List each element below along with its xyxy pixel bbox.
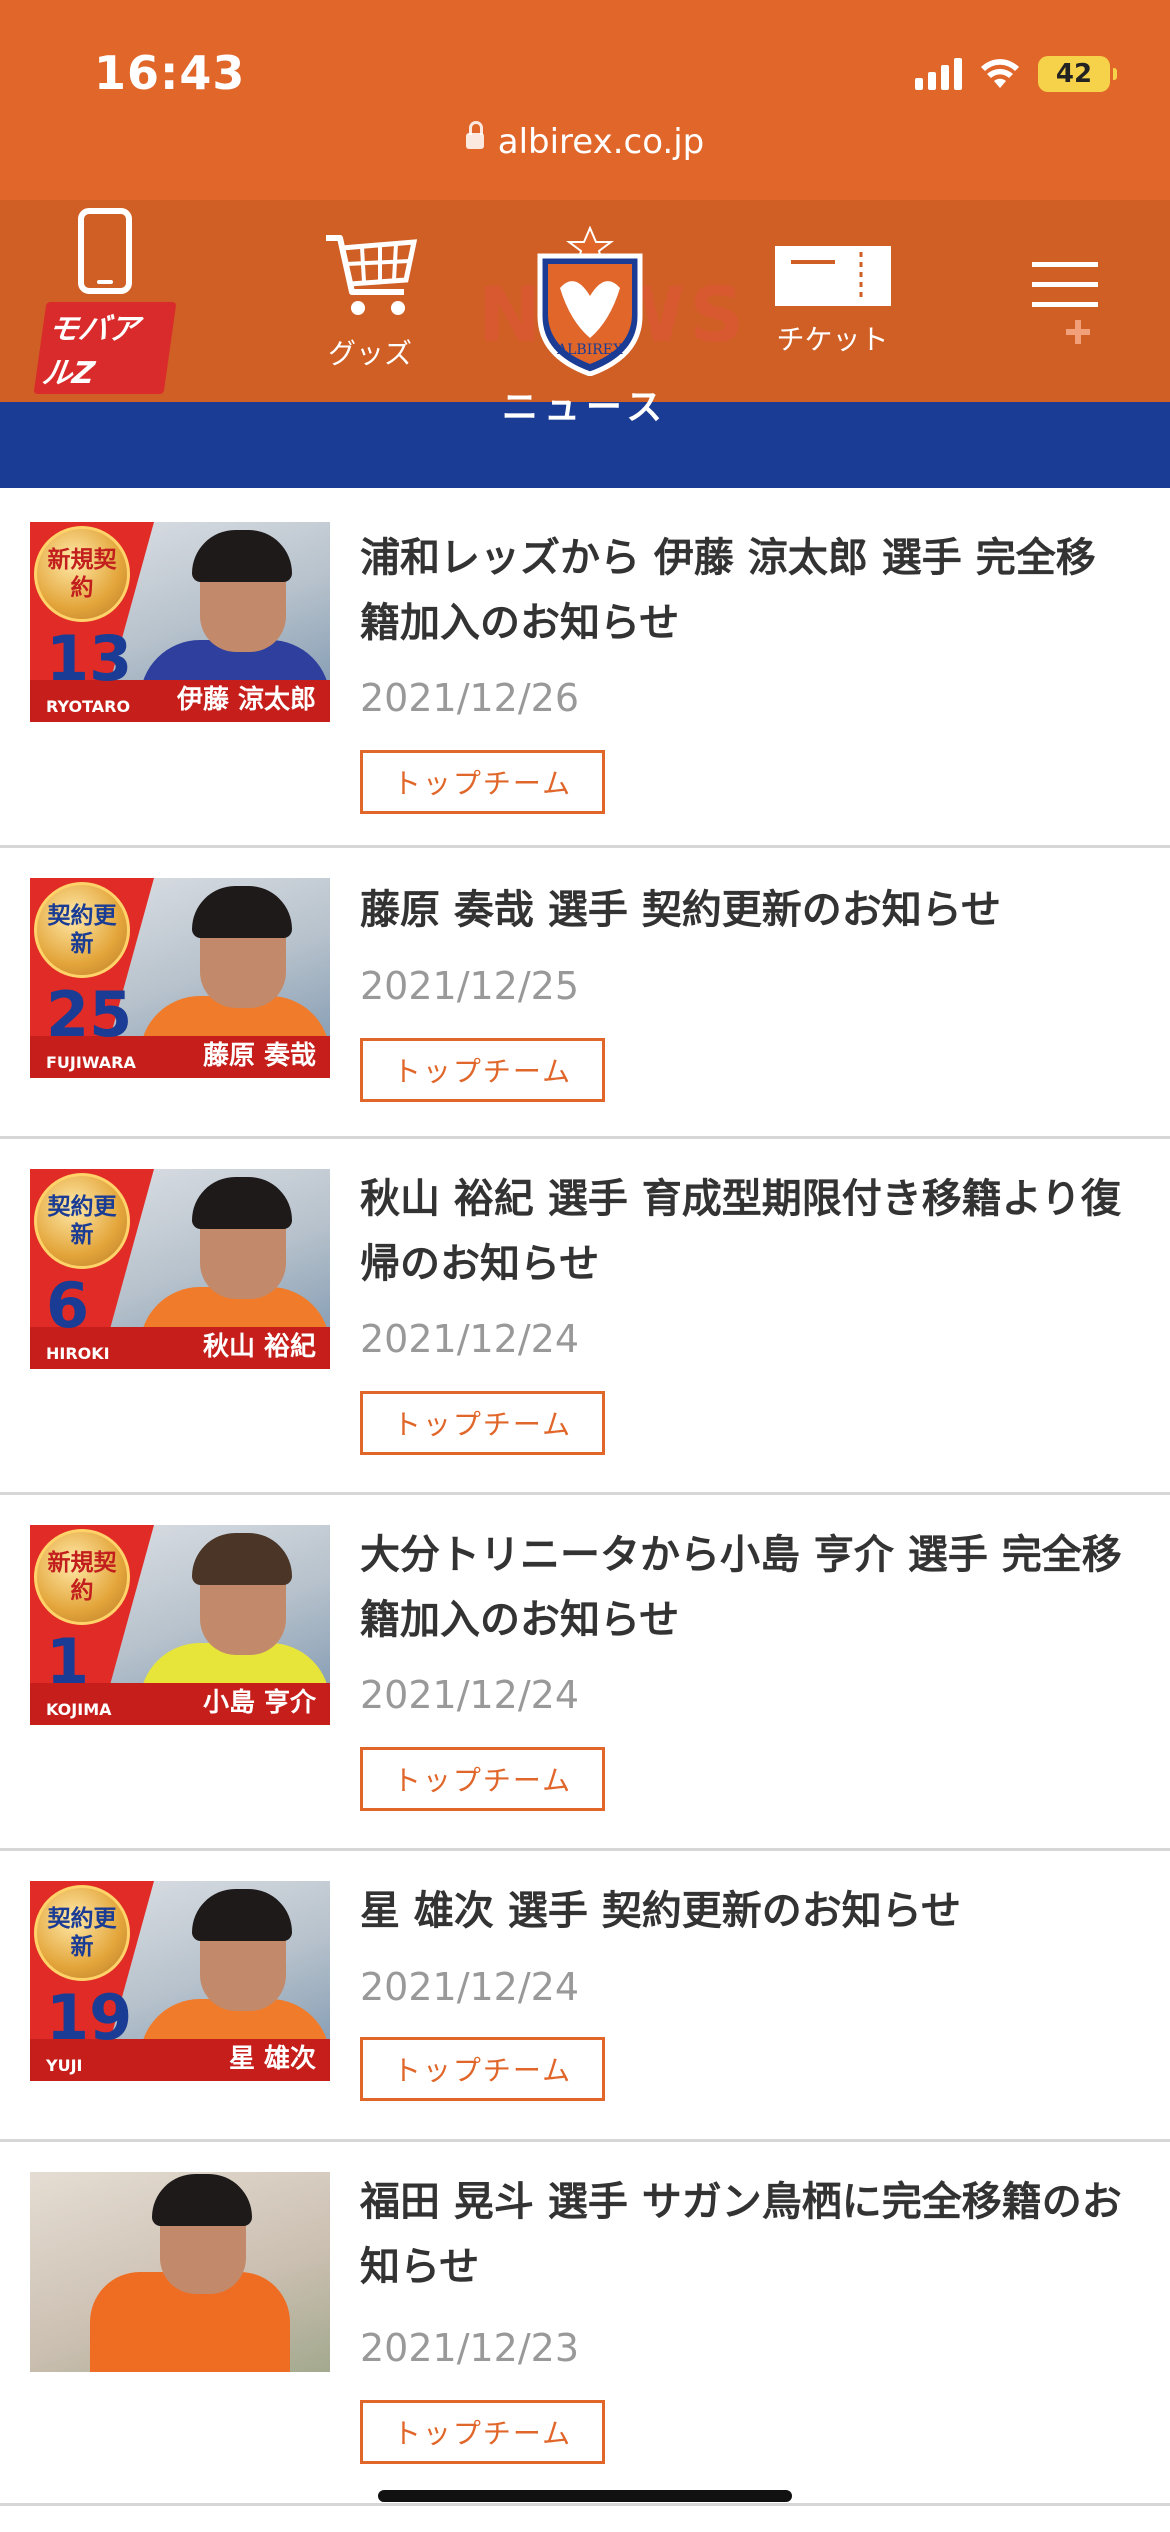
url-text: albirex.co.jp bbox=[497, 122, 705, 162]
news-thumbnail[interactable]: 新規契約 1 KOJIMA 小島 亨介 bbox=[30, 1525, 330, 1725]
menu-button[interactable] bbox=[1030, 200, 1100, 402]
player-roman-name: RYOTARO bbox=[46, 697, 131, 716]
wifi-icon bbox=[981, 59, 1019, 88]
player-name: 星 雄次 bbox=[228, 2044, 316, 2074]
contract-badge: 契約更新 bbox=[34, 1885, 130, 1981]
news-item[interactable]: 新規契約 13 RYOTARO 伊藤 涼太郎 浦和レッズから 伊藤 涼太郎 選手… bbox=[0, 490, 1170, 848]
news-item[interactable]: 契約更新 19 YUJI 星 雄次 星 雄次 選手 契約更新のお知らせ 2021… bbox=[0, 1851, 1170, 2142]
news-item[interactable]: 契約更新 6 HIROKI 秋山 裕紀 秋山 裕紀 選手 育成型期限付き移籍より… bbox=[0, 1139, 1170, 1495]
cart-icon bbox=[326, 235, 418, 315]
address-bar[interactable]: albirex.co.jp bbox=[0, 121, 1170, 162]
svg-text:ALBIREX: ALBIREX bbox=[556, 342, 623, 358]
status-icons: 42 bbox=[915, 52, 1117, 96]
nav-ticket-label: チケット bbox=[776, 323, 889, 356]
section-title: ニュース bbox=[0, 378, 1170, 430]
category-tag[interactable]: トップチーム bbox=[360, 2037, 605, 2101]
player-name: 小島 亨介 bbox=[202, 1688, 316, 1718]
contract-badge: 契約更新 bbox=[34, 882, 130, 978]
contract-badge: 新規契約 bbox=[34, 526, 130, 622]
category-tag[interactable]: トップチーム bbox=[360, 2400, 605, 2464]
news-item[interactable]: 新規契約 1 KOJIMA 小島 亨介 大分トリニータから小島 亨介 選手 完全… bbox=[0, 1495, 1170, 1851]
news-title[interactable]: 秋山 裕紀 選手 育成型期限付き移籍より復帰のお知らせ bbox=[360, 1167, 1130, 1297]
news-date: 2021/12/24 bbox=[360, 1317, 580, 1361]
news-thumbnail[interactable] bbox=[30, 2172, 330, 2372]
news-date: 2021/12/24 bbox=[360, 1965, 580, 2009]
news-thumbnail[interactable]: 契約更新 25 FUJIWARA 藤原 奏哉 bbox=[30, 878, 330, 1078]
hamburger-menu-icon bbox=[1032, 262, 1098, 344]
news-thumbnail[interactable]: 契約更新 6 HIROKI 秋山 裕紀 bbox=[30, 1169, 330, 1369]
news-title[interactable]: 星 雄次 選手 契約更新のお知らせ bbox=[360, 1879, 1130, 1944]
shirt-number: 1 bbox=[46, 1625, 90, 1698]
news-date: 2021/12/25 bbox=[360, 964, 580, 1008]
news-title[interactable]: 福田 晃斗 選手 サガン鳥栖に完全移籍のお知らせ bbox=[360, 2170, 1130, 2300]
badge-text: 契約更新 bbox=[47, 1194, 117, 1248]
shirt-number: 13 bbox=[46, 622, 133, 695]
news-item[interactable]: 契約更新 25 FUJIWARA 藤原 奏哉 藤原 奏哉 選手 契約更新のお知ら… bbox=[0, 848, 1170, 1139]
news-item[interactable]: 福田 晃斗 選手 サガン鳥栖に完全移籍のお知らせ 2021/12/23 トップチ… bbox=[0, 2142, 1170, 2506]
news-title[interactable]: 浦和レッズから 伊藤 涼太郎 選手 完全移籍加入のお知らせ bbox=[360, 526, 1130, 656]
badge-text: 新規契約 bbox=[47, 547, 117, 601]
player-name: 伊藤 涼太郎 bbox=[176, 685, 316, 715]
shirt-number: 6 bbox=[46, 1269, 90, 1342]
news-thumbnail[interactable]: 新規契約 13 RYOTARO 伊藤 涼太郎 bbox=[30, 522, 330, 722]
player-name: 藤原 奏哉 bbox=[202, 1041, 316, 1071]
news-thumbnail[interactable]: 契約更新 19 YUJI 星 雄次 bbox=[30, 1881, 330, 2081]
browser-top-bar: 16:43 42 albirex.co.jp bbox=[0, 0, 1170, 200]
category-tag[interactable]: トップチーム bbox=[360, 1747, 605, 1811]
news-title[interactable]: 大分トリニータから小島 亨介 選手 完全移籍加入のお知らせ bbox=[360, 1523, 1130, 1653]
contract-badge: 契約更新 bbox=[34, 1173, 130, 1269]
badge-text: 契約更新 bbox=[47, 1906, 117, 1960]
contract-badge: 新規契約 bbox=[34, 1529, 130, 1625]
news-date: 2021/12/23 bbox=[360, 2326, 580, 2370]
player-roman-name: YUJI bbox=[46, 2056, 83, 2075]
player-roman-name: FUJIWARA bbox=[46, 1053, 136, 1072]
news-date: 2021/12/24 bbox=[360, 1673, 580, 1717]
club-crest-link[interactable]: ALBIREX bbox=[530, 200, 650, 402]
smartphone-icon bbox=[78, 208, 132, 294]
site-nav: モバアルZ グッズ NEWS ALBIREX チケット bbox=[0, 200, 1170, 402]
battery-level: 42 bbox=[1055, 59, 1093, 89]
battery-icon: 42 bbox=[1038, 56, 1117, 92]
player-name: 秋山 裕紀 bbox=[202, 1332, 316, 1362]
player-roman-name: HIROKI bbox=[46, 1344, 110, 1363]
nav-goods[interactable]: グッズ bbox=[300, 200, 440, 402]
nav-goods-label: グッズ bbox=[327, 337, 412, 370]
category-tag[interactable]: トップチーム bbox=[360, 1038, 605, 1102]
category-tag[interactable]: トップチーム bbox=[360, 750, 605, 814]
nav-ticket[interactable]: チケット bbox=[770, 200, 895, 402]
badge-text: 契約更新 bbox=[47, 903, 117, 957]
ticket-icon bbox=[774, 246, 891, 306]
home-indicator[interactable] bbox=[378, 2490, 792, 2502]
nav-mobile-club[interactable]: モバアルZ bbox=[33, 200, 177, 402]
news-date: 2021/12/26 bbox=[360, 676, 580, 720]
badge-text: 新規契約 bbox=[47, 1550, 117, 1604]
cellular-signal-icon bbox=[915, 58, 962, 90]
news-title[interactable]: 藤原 奏哉 選手 契約更新のお知らせ bbox=[360, 878, 1130, 943]
shirt-number: 25 bbox=[46, 978, 133, 1051]
status-time: 16:43 bbox=[94, 46, 246, 100]
player-roman-name: KOJIMA bbox=[46, 1700, 112, 1719]
club-crest-logo: ALBIREX bbox=[537, 226, 643, 376]
category-tag[interactable]: トップチーム bbox=[360, 1391, 605, 1455]
lock-icon bbox=[465, 121, 484, 149]
shirt-number: 19 bbox=[46, 1981, 133, 2054]
section-title-text: ニュース bbox=[501, 387, 669, 428]
